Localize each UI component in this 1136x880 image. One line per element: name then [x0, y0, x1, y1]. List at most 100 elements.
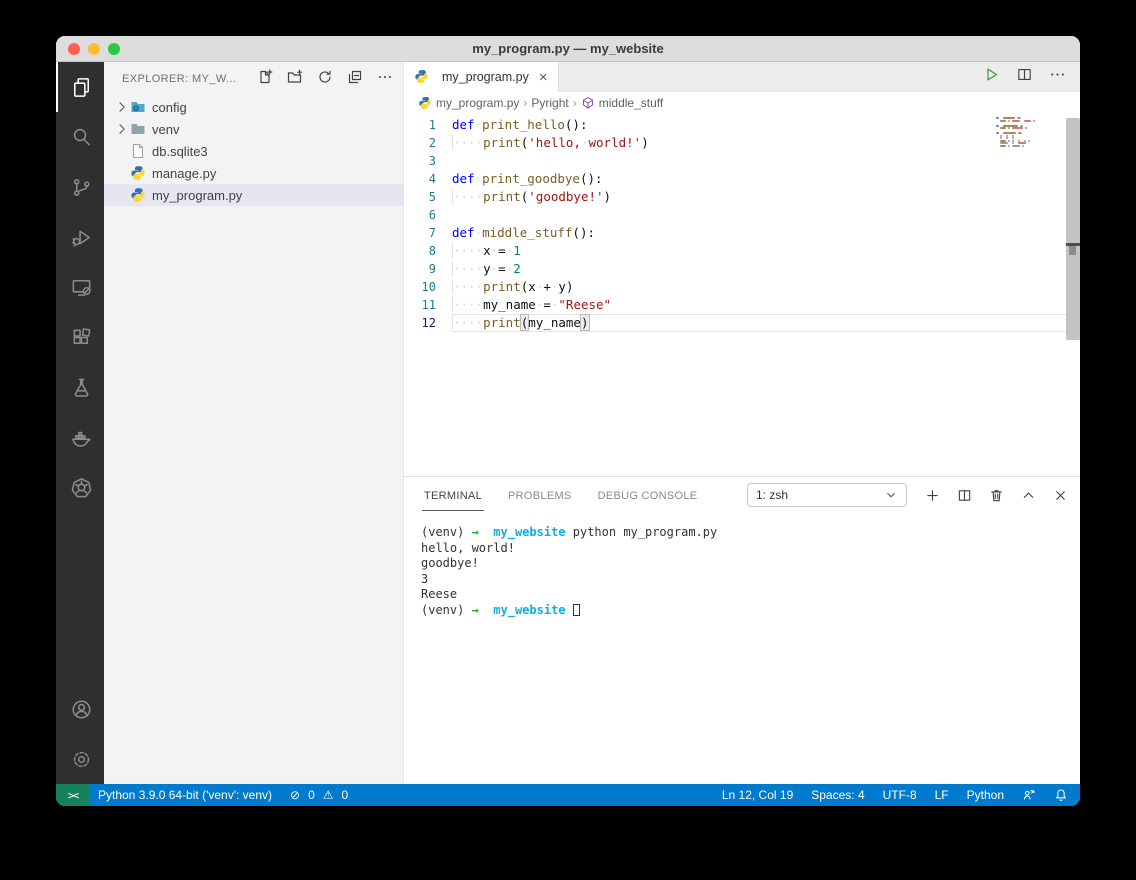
- panel-action-icons: [925, 488, 1068, 503]
- code-text: def·print_hello():: [452, 116, 1080, 134]
- terminal-output[interactable]: (venv) → my_website python my_program.py…: [404, 513, 1080, 784]
- breadcrumb-item[interactable]: my_program.py: [436, 96, 519, 110]
- file-tree-item-my_program.py[interactable]: my_program.py: [104, 184, 403, 206]
- code-line[interactable]: 9····y·=·2: [404, 260, 1080, 278]
- kill-terminal-icon[interactable]: [989, 488, 1004, 503]
- code-line[interactable]: 11····my_name·=·"Reese": [404, 296, 1080, 314]
- new-folder-icon[interactable]: [287, 69, 303, 90]
- accounts-icon[interactable]: [56, 684, 104, 734]
- search-icon[interactable]: [56, 112, 104, 162]
- explorer-title: EXPLORER: MY_W...: [122, 73, 236, 85]
- explorer-actions: [257, 69, 393, 90]
- code-line[interactable]: 12····print(my_name): [404, 314, 1080, 332]
- cursor-position-status[interactable]: Ln 12, Col 19: [713, 788, 802, 802]
- editor-scrollbar[interactable]: [1066, 118, 1080, 340]
- line-number: 1: [404, 116, 452, 134]
- vscode-window: my_program.py — my_website EXPLORER: MY_…: [56, 36, 1080, 806]
- code-text: ····y·=·2: [452, 260, 1080, 278]
- code-line[interactable]: 7def·middle_stuff():: [404, 224, 1080, 242]
- file-tree: configvenv db.sqlite3 manage.pymy_program.…: [104, 96, 403, 206]
- new-terminal-icon[interactable]: [925, 488, 940, 503]
- tab-my-program[interactable]: my_program.py ×: [404, 62, 559, 92]
- minimap[interactable]: [996, 117, 1058, 147]
- code-text: ····my_name·=·"Reese": [452, 296, 1080, 314]
- tab-problems[interactable]: PROBLEMS: [506, 480, 574, 511]
- kubernetes-icon[interactable]: [56, 462, 104, 512]
- code-line[interactable]: 1def·print_hello():: [404, 116, 1080, 134]
- file-name: db.sqlite3: [152, 144, 208, 159]
- chevron-right-icon[interactable]: [114, 99, 130, 115]
- code-line[interactable]: 2····print('hello,·world!'): [404, 134, 1080, 152]
- line-number: 4: [404, 170, 452, 188]
- notifications-bell-icon[interactable]: [1045, 788, 1080, 802]
- split-editor-icon[interactable]: [1016, 66, 1033, 88]
- new-file-icon[interactable]: [257, 69, 273, 90]
- python-interpreter-status[interactable]: Python 3.9.0 64-bit ('venv': venv): [89, 788, 281, 802]
- file-tree-item-config[interactable]: config: [104, 96, 403, 118]
- error-count: 0: [308, 788, 315, 802]
- code-text: ····x·=·1: [452, 242, 1080, 260]
- refresh-icon[interactable]: [317, 69, 333, 90]
- breadcrumb: my_program.py›Pyright›middle_stuff: [404, 92, 1080, 114]
- terminal-text: python my_program.py: [566, 525, 718, 539]
- terminal-cursor: [573, 604, 580, 616]
- file-tree-item-venv[interactable]: venv: [104, 118, 403, 140]
- language-mode-status[interactable]: Python: [958, 788, 1013, 802]
- remote-indicator[interactable]: ><: [56, 784, 89, 806]
- eol-status[interactable]: LF: [926, 788, 958, 802]
- extensions-icon[interactable]: [56, 312, 104, 362]
- code-text: [452, 152, 1080, 170]
- file-tree-item-db.sqlite3[interactable]: db.sqlite3: [104, 140, 403, 162]
- explorer-icon[interactable]: [56, 62, 104, 112]
- problems-status[interactable]: ⊘ 0 ⚠ 0: [281, 788, 357, 802]
- line-number: 6: [404, 206, 452, 224]
- terminal-text: 3: [421, 572, 428, 586]
- tab-debug-console[interactable]: DEBUG CONSOLE: [596, 480, 700, 511]
- maximize-panel-icon[interactable]: [1021, 488, 1036, 503]
- split-terminal-icon[interactable]: [957, 488, 972, 503]
- code-line[interactable]: 5····print('goodbye!'): [404, 188, 1080, 206]
- code-line[interactable]: 6: [404, 206, 1080, 224]
- docker-icon[interactable]: [56, 412, 104, 462]
- code-line[interactable]: 8····x·=·1: [404, 242, 1080, 260]
- feedback-icon[interactable]: [1013, 788, 1045, 802]
- line-number: 7: [404, 224, 452, 242]
- run-icon[interactable]: [983, 66, 1000, 88]
- line-number: 5: [404, 188, 452, 206]
- code-text: def·middle_stuff():: [452, 224, 1080, 242]
- breadcrumb-item[interactable]: Pyright: [531, 96, 568, 110]
- file-icon: [130, 143, 146, 159]
- line-number: 3: [404, 152, 452, 170]
- collapse-all-icon[interactable]: [347, 69, 363, 90]
- more-actions-icon[interactable]: [377, 69, 393, 90]
- source-control-icon[interactable]: [56, 162, 104, 212]
- editor-group: my_program.py × my_program.py›Pyright›mi…: [404, 62, 1080, 784]
- code-line[interactable]: 4def·print_goodbye():: [404, 170, 1080, 188]
- encoding-status[interactable]: UTF-8: [874, 788, 926, 802]
- close-panel-icon[interactable]: [1053, 488, 1068, 503]
- code-line[interactable]: 10····print(x·+·y): [404, 278, 1080, 296]
- more-actions-icon[interactable]: [1049, 66, 1066, 88]
- close-tab-icon[interactable]: ×: [539, 70, 548, 85]
- chevron-right-icon[interactable]: [114, 121, 130, 137]
- settings-icon[interactable]: [56, 734, 104, 784]
- tab-strip-empty: [559, 62, 969, 92]
- breadcrumb-item[interactable]: middle_stuff: [599, 96, 663, 110]
- bottom-panel: TERMINAL PROBLEMS DEBUG CONSOLE 1: zsh (…: [404, 476, 1080, 784]
- tab-terminal[interactable]: TERMINAL: [422, 480, 484, 511]
- testing-icon[interactable]: [56, 362, 104, 412]
- file-tree-item-manage.py[interactable]: manage.py: [104, 162, 403, 184]
- terminal-picker-dropdown[interactable]: 1: zsh: [747, 483, 907, 507]
- indentation-status[interactable]: Spaces: 4: [802, 788, 873, 802]
- terminal-text: [479, 525, 493, 539]
- terminal-line: goodbye!: [421, 556, 1080, 572]
- chevron-down-icon: [884, 488, 898, 502]
- remote-explorer-icon[interactable]: [56, 262, 104, 312]
- scrollbar-handle[interactable]: [1069, 246, 1076, 255]
- code-line[interactable]: 3: [404, 152, 1080, 170]
- run-debug-icon[interactable]: [56, 212, 104, 262]
- code-editor[interactable]: 1def·print_hello():2····print('hello,·wo…: [404, 114, 1080, 476]
- breadcrumb-separator: ›: [573, 96, 577, 110]
- line-number: 9: [404, 260, 452, 278]
- python-icon: [130, 187, 146, 203]
